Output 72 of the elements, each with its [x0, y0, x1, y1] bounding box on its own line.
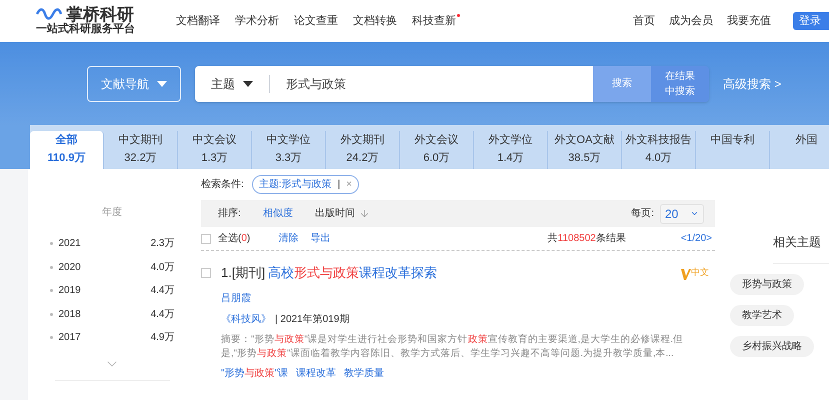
pager-link[interactable]: <1/20> [680, 231, 712, 246]
issue-text: | 2021年第019期 [275, 312, 350, 326]
v-logo-icon [681, 268, 691, 280]
year-label: 2017 [58, 331, 81, 346]
chip-separator: | [338, 178, 340, 192]
search-input[interactable]: 形式与政策 [286, 74, 586, 92]
result-index: 1.[期刊] [221, 264, 266, 282]
keyword-link[interactable]: "形势与政策"课 [221, 366, 288, 380]
sort-label: 排序: [218, 206, 241, 221]
year-label: 2021 [58, 237, 81, 252]
year-label: 2018 [58, 308, 81, 322]
conditions-label: 检索条件: [201, 178, 244, 192]
result-checkbox[interactable] [201, 268, 211, 278]
sort-option[interactable]: 出版时间 [314, 206, 370, 221]
logo-name: 掌桥科研 [66, 6, 134, 23]
nav-link[interactable]: 文档翻译 [176, 12, 220, 30]
nav-link[interactable]: 文档转换 [353, 12, 397, 30]
keyword-link[interactable]: 课程改革 [296, 366, 336, 380]
year-count: 4.4万 [150, 308, 174, 322]
sidebar-title: 年度 [102, 206, 122, 220]
year-filter-item[interactable]: 2021 2.3万 [50, 232, 174, 256]
related-topic-tag[interactable]: 乡村振兴战略 [730, 336, 814, 357]
per-page-label: 每页: [631, 207, 654, 221]
journal-link[interactable]: 《科技风》 [221, 312, 271, 326]
year-count: 4.0万 [150, 260, 174, 275]
related-title: 相关主题 [773, 233, 829, 264]
year-filter-item[interactable]: 2017 4.9万 [50, 326, 174, 350]
result-total: 共1108502条结果 [548, 232, 626, 246]
related-topic-tag[interactable]: 形势与政策 [730, 274, 804, 295]
search-field[interactable]: 主题 形式与政策 [195, 66, 593, 102]
year-count: 4.9万 [150, 331, 174, 346]
chevron-down-icon [690, 209, 699, 218]
year-count: 2.3万 [150, 237, 174, 252]
login-button[interactable]: 登录 [793, 12, 829, 30]
sort-option[interactable]: 相似度 [262, 206, 293, 221]
abstract-text: 摘要："形势与政策"课是对学生进行社会形势和国家方针政策宣传教育的主要渠道,是大学生的必修课程.但是,"形势与政策"课面临着教学内容陈旧、教学方式落后、学生学习兴趣不高等问题.为提升教学质量,本... [221, 332, 684, 360]
bullet-icon [50, 312, 52, 316]
caret-icon [243, 80, 253, 86]
field-type-dropdown[interactable]: 主题 [195, 74, 270, 92]
language-label: 中文 [691, 266, 709, 279]
nav-link[interactable]: 论文查重 [294, 12, 338, 30]
select-all-checkbox[interactable] [201, 234, 211, 244]
category-tab[interactable]: 全部 110.9万 [30, 131, 104, 169]
logo-wave-icon [36, 7, 62, 22]
chip-label: 主题:形式与政策 [258, 178, 332, 192]
year-filter-item[interactable]: 2020 4.0万 [50, 256, 174, 279]
year-filter-item[interactable]: 2019 4.4万 [50, 279, 174, 302]
year-label: 2020 [58, 260, 81, 275]
bullet-icon [50, 242, 52, 246]
bullet-icon [50, 266, 52, 269]
nav-link[interactable]: 我要充值 [727, 12, 771, 30]
export-link[interactable]: 导出 [310, 231, 330, 246]
keyword-link[interactable]: 教学质量 [344, 366, 384, 380]
author-link[interactable]: 吕朋霞 [221, 290, 709, 306]
arrow-down-icon [358, 208, 370, 219]
nav-link[interactable]: 成为会员 [669, 12, 713, 30]
bullet-icon [50, 336, 52, 340]
logo-slogan: 一站式科研服务平台 [36, 22, 136, 36]
nav-link[interactable]: 首页 [633, 12, 655, 30]
caret-icon [157, 80, 167, 86]
per-page-select[interactable]: 20 [660, 204, 704, 224]
clear-link[interactable]: 清除 [278, 231, 298, 246]
year-label: 2019 [58, 284, 81, 298]
related-topic-tag[interactable]: 教学艺术 [730, 305, 794, 326]
year-count: 4.4万 [150, 284, 174, 298]
nav-link[interactable]: 学术分析 [235, 12, 279, 30]
bullet-icon [50, 289, 52, 292]
year-filter-item[interactable]: 2018 4.4万 [50, 302, 174, 326]
nav-link[interactable]: 科技查新 [412, 12, 456, 30]
result-title-link[interactable]: 高校形式与政策课程改革探索 [268, 263, 438, 282]
condition-chip[interactable]: 主题:形式与政策 | × [252, 175, 360, 194]
select-all-label: 全选(0) [218, 232, 250, 246]
